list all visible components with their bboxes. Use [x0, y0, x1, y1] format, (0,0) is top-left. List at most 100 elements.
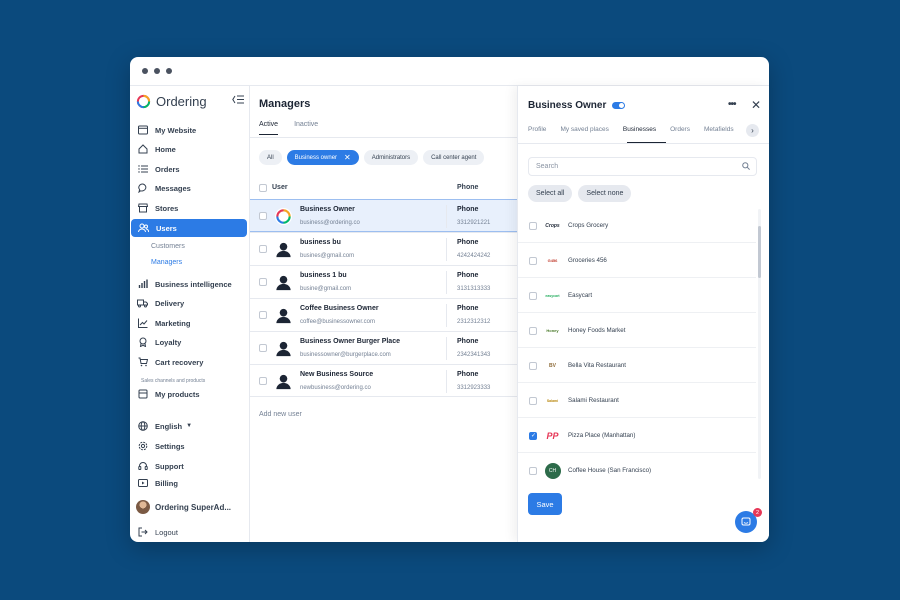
window-dot-icon[interactable]	[166, 68, 172, 74]
phone-value: 4242424242	[457, 253, 491, 259]
select-all-checkbox[interactable]	[259, 184, 267, 192]
list-item[interactable]: Honey Honey Foods Market	[518, 313, 756, 348]
sidebar-item-my-products[interactable]: My products	[130, 385, 250, 403]
more-options-icon[interactable]: •••	[728, 99, 736, 110]
sidebar-item-my-website[interactable]: My Website	[130, 121, 250, 139]
sidebar-item-messages[interactable]: Messages	[130, 179, 250, 197]
list-item[interactable]: CH Coffee House (San Francisco)	[518, 453, 756, 479]
sidebar-subitem-customers[interactable]: Customers	[151, 243, 185, 250]
select-none-button[interactable]: Select none	[578, 185, 632, 202]
window-dot-icon[interactable]	[154, 68, 160, 74]
list-item[interactable]: PP Pizza Place (Manhattan)	[518, 418, 756, 453]
ordering-logo-icon	[274, 207, 293, 226]
sidebar-item-logout[interactable]: Logout	[130, 523, 250, 541]
sidebar-item-language[interactable]: English ▼	[130, 417, 250, 435]
select-all-button[interactable]: Select all	[528, 185, 573, 202]
row-checkbox[interactable]	[259, 245, 267, 253]
column-user: User	[272, 184, 288, 191]
sidebar-item-delivery[interactable]: Delivery	[130, 294, 250, 312]
business-search-input[interactable]: Search	[528, 157, 757, 176]
chat-icon	[741, 517, 751, 526]
user-email: businessowner@burgerplace.com	[300, 352, 391, 358]
row-checkbox[interactable]	[259, 278, 267, 286]
sidebar-item-cart-recovery[interactable]: Cart recovery	[130, 353, 250, 371]
business-checkbox[interactable]	[529, 362, 537, 370]
tab-profile[interactable]: Profile	[528, 126, 546, 140]
filter-label: Business owner	[294, 154, 338, 161]
sidebar-item-loyalty[interactable]: Loyalty	[130, 333, 250, 351]
store-icon	[137, 203, 148, 214]
table-row[interactable]: business 1 bu busine@gmail.com Phone 313…	[250, 265, 517, 298]
row-checkbox[interactable]	[259, 212, 267, 220]
tab-metafields[interactable]: Metafields	[704, 126, 734, 140]
table-row[interactable]: Business Owner Burger Place businessowne…	[250, 331, 517, 364]
sidebar-item-users[interactable]: Users	[131, 219, 247, 237]
table-row[interactable]: business bu busines@gmail.com Phone 4242…	[250, 232, 517, 265]
row-checkbox[interactable]	[259, 344, 267, 352]
save-button[interactable]: Save	[528, 493, 562, 515]
window-dot-icon[interactable]	[142, 68, 148, 74]
sidebar-item-business-intelligence[interactable]: Business intelligence	[130, 275, 250, 293]
business-checkbox[interactable]	[529, 327, 537, 335]
tab-active[interactable]: Active	[259, 121, 279, 135]
tab-my-saved-places[interactable]: My saved places	[560, 126, 608, 140]
scrollbar-thumb[interactable]	[758, 226, 761, 278]
close-icon[interactable]: ✕	[751, 98, 761, 112]
list-item[interactable]: G456 Groceries 456	[518, 243, 756, 278]
user-name: business bu	[300, 239, 341, 246]
tab-orders[interactable]: Orders	[670, 126, 690, 140]
managers-panel: Managers Active Inactive All Business ow…	[250, 86, 517, 542]
window-titlebar	[130, 57, 769, 86]
gear-icon	[137, 441, 148, 452]
table-row[interactable]: New Business Source newbusiness@ordering…	[250, 364, 517, 397]
sidebar-item-settings[interactable]: Settings	[130, 437, 250, 455]
tab-businesses[interactable]: Businesses	[623, 126, 656, 140]
business-checkbox[interactable]	[529, 292, 537, 300]
app-window: Ordering My Website Home Orders Messages…	[130, 57, 769, 542]
list-item[interactable]: Salami Salami Restaurant	[518, 383, 756, 418]
trend-icon	[137, 318, 148, 329]
filter-call-center-agent[interactable]: Call center agent	[423, 150, 485, 165]
business-checkbox[interactable]	[529, 222, 537, 230]
sidebar-item-marketing[interactable]: Marketing	[130, 314, 250, 332]
business-checkbox[interactable]	[529, 467, 537, 475]
row-checkbox[interactable]	[259, 311, 267, 319]
sidebar-item-billing[interactable]: Billing	[130, 474, 250, 492]
filter-all[interactable]: All	[259, 150, 282, 165]
sidebar-subitem-managers[interactable]: Managers	[151, 259, 182, 266]
sidebar-item-stores[interactable]: Stores	[130, 199, 250, 217]
active-toggle[interactable]	[612, 102, 626, 109]
salami-logo-icon: Salami	[546, 398, 559, 403]
list-item[interactable]: easycart Easycart	[518, 278, 756, 313]
row-checkbox[interactable]	[259, 377, 267, 385]
business-checkbox[interactable]	[529, 397, 537, 405]
add-new-user-link[interactable]: Add new user	[259, 411, 302, 418]
sidebar-item-label: Messages	[155, 183, 191, 193]
table-header: User Phone	[259, 181, 517, 195]
sidebar-item-orders[interactable]: Orders	[130, 160, 250, 178]
billing-icon	[137, 478, 148, 489]
phone-value: 2312312312	[457, 319, 491, 325]
user-email: coffee@businessowner.com	[300, 319, 376, 325]
column-divider	[446, 271, 447, 294]
truck-icon	[137, 298, 148, 309]
remove-filter-icon[interactable]: ✕	[344, 153, 351, 162]
list-item[interactable]: Crops Crops Grocery	[518, 209, 756, 243]
business-checkbox[interactable]	[529, 432, 537, 440]
chevron-right-icon[interactable]: ›	[746, 124, 759, 137]
table-row[interactable]: Coffee Business Owner coffee@businessown…	[250, 298, 517, 331]
filter-administrators[interactable]: Administrators	[363, 150, 419, 165]
list-item[interactable]: BV Bella Vita Restaurant	[518, 348, 756, 383]
business-name: Easycart	[568, 292, 593, 299]
table-row[interactable]: Business Owner business@ordering.co Phon…	[250, 199, 517, 232]
sidebar-item-home[interactable]: Home	[130, 140, 250, 158]
sidebar-item-support[interactable]: Support	[130, 457, 250, 475]
business-checkbox[interactable]	[529, 257, 537, 265]
collapse-sidebar-icon[interactable]	[232, 95, 244, 107]
filter-business-owner[interactable]: Business owner ✕	[286, 150, 359, 165]
sidebar-item-label: Delivery	[155, 298, 185, 308]
tab-inactive[interactable]: Inactive	[294, 121, 318, 135]
current-user[interactable]: Ordering SuperAd...	[136, 500, 231, 514]
column-phone: Phone	[457, 184, 479, 191]
user-name: Business Owner	[300, 206, 355, 213]
